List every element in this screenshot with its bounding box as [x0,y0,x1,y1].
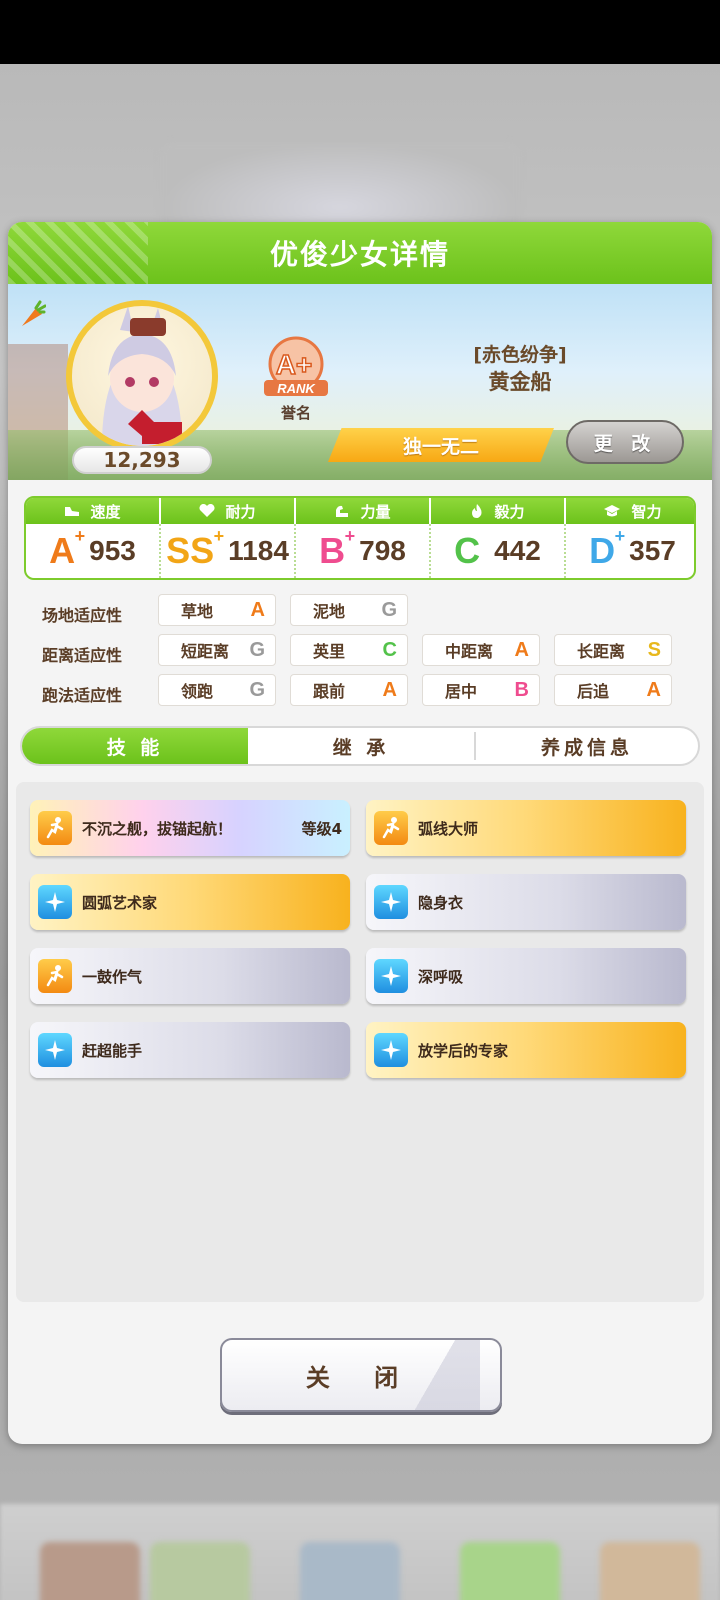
runner-icon [38,811,72,845]
aptitude-late-surger: 居中 B [422,674,540,706]
aptitude-medium: 中距离 A [422,634,540,666]
aptitude-long: 长距离 S [554,634,672,666]
stat-value: 1184 [228,535,289,566]
stat-label: 速度 [90,502,121,521]
character-epithet: [赤色纷争] [473,344,567,366]
stat-grade: D + [589,526,626,571]
dialog-header: 优俊少女详情 [8,222,712,284]
status-bar [0,0,720,64]
sparkle-icon [374,1033,408,1067]
detail-tabs: 技 能 继 承 养成信息 [20,726,700,766]
stat-grade: B + [319,526,356,571]
stat-stamina: 耐力 SS + 1184 [161,498,294,578]
aptitude-pace-chaser: 跟前 A [290,674,408,706]
arm-icon [336,505,349,517]
stat-grade: SS + [166,526,225,571]
stat-label: 力量 [360,502,391,521]
character-portrait [102,306,182,446]
aptitude-turf: 草地 A [158,594,276,626]
character-name: 黄金船 [488,370,552,394]
close-button[interactable]: 关 闭 [220,1338,502,1412]
skill-name: 隐身衣 [418,893,464,912]
aptitude-mile: 英里 C [290,634,408,666]
skill-item[interactable]: 赶超能手 [30,1022,350,1078]
dialog-title: 优俊少女详情 [269,239,450,270]
skill-level: 等级4 [301,819,342,838]
sparkle-icon [38,885,72,919]
aptitude-front-runner: 领跑 G [158,674,276,706]
stat-label: 智力 [631,502,662,521]
skill-item[interactable]: 不沉之舰，拔锚起航！ 等级4 [30,800,350,856]
aptitude-label-track: 场地适应性 [42,606,123,625]
skill-item[interactable]: 隐身衣 [366,874,686,930]
aptitude-end-closer: 后追 A [554,674,672,706]
stat-value: 442 [494,535,541,566]
skill-item[interactable]: 深呼吸 [366,948,686,1004]
change-title-button[interactable]: 更 改 [566,420,684,464]
stat-grade: C [454,530,481,571]
background-nav-tile [600,1542,700,1600]
stat-value: 953 [89,535,136,566]
shoe-icon [65,507,80,516]
stat-power: 力量 B + 798 [296,498,429,578]
skill-name: 深呼吸 [418,967,464,986]
stat-guts: 毅力 C 442 [431,498,564,578]
stat-speed: 速度 A + 953 [26,498,159,578]
sparkle-icon [374,885,408,919]
stat-value: 798 [359,535,406,566]
background-nav-tile [40,1542,140,1600]
skill-name: 一鼓作气 [82,967,143,986]
aptitude-dirt: 泥地 G [290,594,408,626]
stat-grade: A + [49,526,86,571]
skill-name: 放学后的专家 [418,1041,509,1060]
stats-panel: 速度 A + 953 耐力 SS + 1184 力量 B + 798 毅力 C … [24,496,696,580]
skill-item[interactable]: 放学后的专家 [366,1022,686,1078]
aptitude-label-style: 跑法适应性 [42,686,123,705]
stat-label: 耐力 [225,502,256,521]
sparkle-icon [38,1033,72,1067]
background-nav-tile [460,1542,560,1600]
title-bar: 独一无二 [328,428,554,462]
carrot-icon [22,300,46,326]
background-nav-tile [150,1542,250,1600]
rank-label: 誉名 [280,404,311,422]
sparkle-icon [374,959,408,993]
aptitude-label-distance: 距离适应性 [42,646,123,665]
stat-wisdom: 智力 D + 357 [566,498,694,578]
skill-name: 圆弧艺术家 [82,893,158,912]
skill-name: 赶超能手 [82,1041,143,1060]
tab-inheritance[interactable]: 继 承 [248,728,474,764]
character-avatar[interactable] [66,300,218,452]
aptitude-short: 短距离 G [158,634,276,666]
skill-name: 弧线大师 [418,819,479,838]
tab-training-info[interactable]: 养成信息 [476,728,698,764]
fan-count: 12,293 [72,446,212,474]
skill-item[interactable]: 圆弧艺术家 [30,874,350,930]
flame-icon [472,504,482,518]
tab-skills[interactable]: 技 能 [22,728,248,764]
heart-icon [199,504,215,517]
skill-name: 不沉之舰，拔锚起航！ [82,819,233,838]
rank-word: RANK [277,381,316,396]
runner-icon [374,811,408,845]
graduation-cap-icon [604,505,621,517]
skill-item[interactable]: 一鼓作气 [30,948,350,1004]
runner-icon [38,959,72,993]
rank-badge: A+ RANK [264,336,328,396]
background-nav-tile [300,1542,400,1600]
stat-value: 357 [629,535,676,566]
rank-grade: A+ [276,349,313,380]
skill-item[interactable]: 弧线大师 [366,800,686,856]
stat-label: 毅力 [494,502,525,521]
